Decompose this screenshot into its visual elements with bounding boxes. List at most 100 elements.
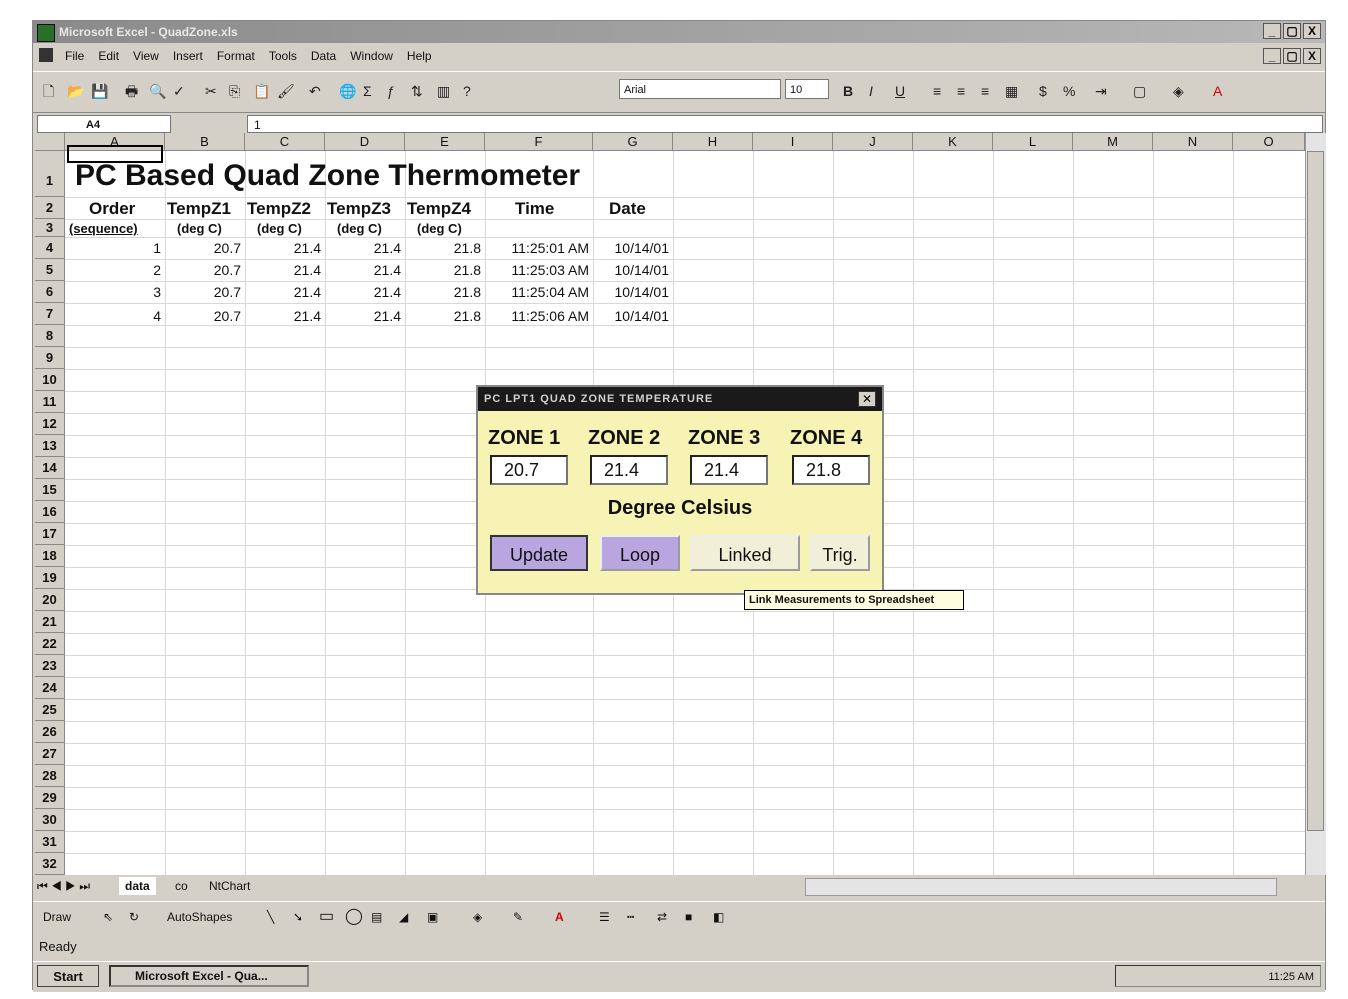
row-header-30[interactable]: 30 [35,809,65,831]
menu-view[interactable]: View [133,45,159,67]
dash-style-icon[interactable]: ┅ [627,902,634,932]
dialog-close-button[interactable]: ✕ [858,391,876,407]
row-header-2[interactable]: 2 [35,197,65,219]
font-size-select[interactable]: 10 [785,79,829,99]
cell-tempz4[interactable]: 21.8 [405,284,481,300]
column-header-h[interactable]: H [673,133,753,151]
function-icon[interactable]: ƒ [387,80,395,102]
cell-order[interactable]: 3 [65,284,161,300]
row-header-27[interactable]: 27 [35,743,65,765]
formula-input[interactable]: 1 [247,115,1323,133]
autosum-icon[interactable]: Σ [363,80,372,102]
menu-data[interactable]: Data [311,45,336,67]
select-objects-icon[interactable]: ⇖ [103,902,113,932]
row-header-3[interactable]: 3 [35,219,65,237]
paste-icon[interactable]: 📋 [253,80,270,102]
loop-button[interactable]: Loop [600,535,680,571]
arrow-icon[interactable]: ➘ [293,902,303,932]
align-left-icon[interactable]: ≡ [933,80,941,102]
cell-time[interactable]: 11:25:01 AM [485,240,589,256]
fill-color-icon[interactable]: ◈ [473,902,482,932]
oval-icon[interactable]: ◯ [345,902,363,932]
cell-tempz2[interactable]: 21.4 [245,308,321,324]
cut-icon[interactable]: ✂ [205,80,217,102]
row-header-21[interactable]: 21 [35,611,65,633]
column-header-m[interactable]: M [1073,133,1153,151]
menu-edit[interactable]: Edit [98,45,119,67]
row-header-15[interactable]: 15 [35,479,65,501]
tab-scroll-arrows-icon[interactable]: ⏮ ◀ ▶ ⏭ [37,877,90,895]
arrow-style-icon[interactable]: ⇄ [657,902,667,932]
minimize-button[interactable]: _ [1263,23,1281,39]
borders-icon[interactable]: ▢ [1133,80,1146,102]
textbox-icon[interactable]: ▤ [371,902,382,932]
menu-insert[interactable]: Insert [173,45,203,67]
column-header-e[interactable]: E [405,133,485,151]
row-header-13[interactable]: 13 [35,435,65,457]
sort-icon[interactable]: ⇅ [411,80,423,102]
menu-format[interactable]: Format [217,45,255,67]
doc-restore-button[interactable]: ▢ [1283,48,1301,64]
menu-window[interactable]: Window [350,45,393,67]
spelling-icon[interactable]: ✓ [173,80,185,102]
new-icon[interactable]: 🗋 [43,80,54,102]
column-header-g[interactable]: G [593,133,673,151]
cell-time[interactable]: 11:25:04 AM [485,284,589,300]
select-all-corner[interactable] [35,133,65,151]
row-header-1[interactable]: 1 [35,151,65,197]
cell-date[interactable]: 10/14/01 [593,308,670,324]
print-preview-icon[interactable]: 🔍 [149,80,166,102]
row-header-26[interactable]: 26 [35,721,65,743]
line-color-icon[interactable]: ✎ [513,902,523,932]
column-header-f[interactable]: F [485,133,593,151]
linked-button[interactable]: Linked [690,535,800,571]
row-header-6[interactable]: 6 [35,281,65,303]
cell-tempz4[interactable]: 21.8 [405,262,481,278]
free-rotate-icon[interactable]: ↻ [129,902,139,932]
copy-icon[interactable]: ⎘ [229,80,240,102]
font-color-icon[interactable]: A [1213,80,1222,102]
line-icon[interactable]: ╲ [267,902,274,932]
vertical-scrollbar[interactable] [1305,133,1326,875]
cell-tempz4[interactable]: 21.8 [405,308,481,324]
row-header-11[interactable]: 11 [35,391,65,413]
cell-tempz3[interactable]: 21.4 [325,308,401,324]
cell-tempz1[interactable]: 20.7 [165,308,241,324]
row-header-32[interactable]: 32 [35,853,65,875]
row-header-31[interactable]: 31 [35,831,65,853]
row-header-5[interactable]: 5 [35,259,65,281]
cell-tempz3[interactable]: 21.4 [325,240,401,256]
row-header-28[interactable]: 28 [35,765,65,787]
column-header-d[interactable]: D [325,133,405,151]
rectangle-icon[interactable]: ▭ [319,902,334,932]
line-style-icon[interactable]: ☰ [599,902,610,932]
print-icon[interactable]: 🖶 [125,80,138,102]
draw-menu[interactable]: Draw [43,902,71,932]
clipart-icon[interactable]: ▣ [427,902,438,932]
row-header-22[interactable]: 22 [35,633,65,655]
row-header-12[interactable]: 12 [35,413,65,435]
wordart-icon[interactable]: ◢ [399,902,408,932]
trig-button[interactable]: Trig. [810,535,870,571]
workbook-icon[interactable] [39,48,53,62]
fill-color-icon[interactable]: ◈ [1173,80,1184,102]
percent-icon[interactable]: % [1063,80,1075,102]
column-header-j[interactable]: J [833,133,913,151]
doc-minimize-button[interactable]: _ [1263,48,1281,64]
indent-icon[interactable]: ⇥ [1095,80,1107,102]
cell-date[interactable]: 10/14/01 [593,240,670,256]
shadow-icon[interactable]: ■ [685,902,692,932]
3d-icon[interactable]: ◧ [713,902,724,932]
active-cell-selection[interactable] [67,145,163,163]
menu-help[interactable]: Help [407,45,432,67]
start-button[interactable]: Start [37,965,99,987]
cell-order[interactable]: 4 [65,308,161,324]
scrollbar-thumb[interactable] [1307,151,1324,831]
row-header-29[interactable]: 29 [35,787,65,809]
open-icon[interactable]: 📂 [67,80,84,102]
row-header-9[interactable]: 9 [35,347,65,369]
cell-tempz2[interactable]: 21.4 [245,284,321,300]
column-header-n[interactable]: N [1153,133,1233,151]
hyperlink-icon[interactable]: 🌐 [339,80,356,102]
column-header-l[interactable]: L [993,133,1073,151]
